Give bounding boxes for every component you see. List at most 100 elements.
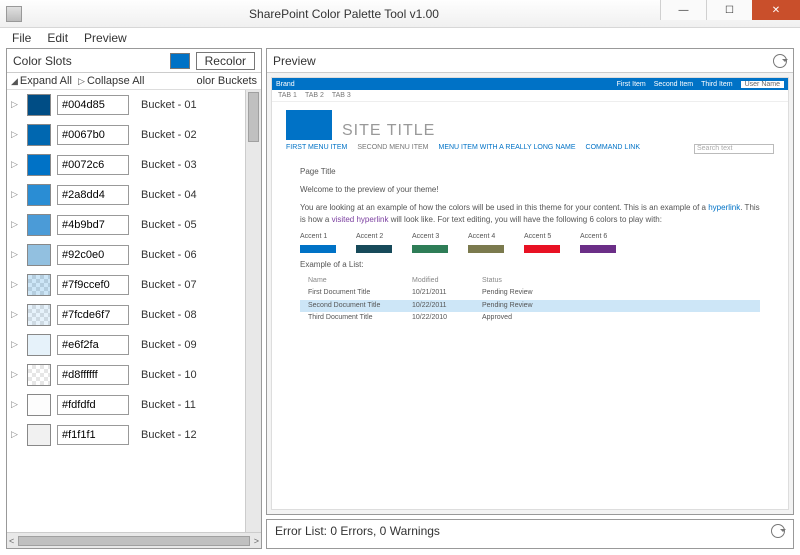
color-swatch[interactable] [27, 304, 51, 326]
accent-swatch: Accent 5 [524, 232, 560, 253]
expand-caret-icon[interactable]: ▷ [11, 309, 21, 320]
hex-input[interactable] [57, 245, 129, 265]
window-title: SharePoint Color Palette Tool v1.00 [28, 7, 660, 21]
accent-swatch: Accent 2 [356, 232, 392, 253]
expand-caret-icon[interactable]: ▷ [11, 99, 21, 110]
color-row[interactable]: ▷Bucket - 03 [7, 150, 245, 180]
color-row[interactable]: ▷Bucket - 08 [7, 300, 245, 330]
expand-caret-icon[interactable]: ▷ [11, 129, 21, 140]
expand-caret-icon: ◢ [11, 76, 18, 87]
color-row[interactable]: ▷ Bucket - 12 [7, 420, 245, 450]
color-swatch[interactable] [27, 394, 51, 416]
expand-caret-icon[interactable]: ▷ [11, 249, 21, 260]
current-color-swatch[interactable] [170, 53, 190, 69]
page-title: Page Title [300, 166, 760, 178]
expand-caret-icon[interactable]: ▷ [11, 339, 21, 350]
nav-item: MENU ITEM WITH A REALLY LONG NAME [439, 144, 576, 154]
expand-caret-icon[interactable]: ▷ [11, 279, 21, 290]
collapse-all[interactable]: Collapse All [87, 75, 144, 87]
refresh-icon[interactable] [771, 524, 785, 538]
table-row: First Document Title10/21/2011Pending Re… [300, 287, 760, 300]
menu-preview[interactable]: Preview [76, 29, 135, 47]
color-row[interactable]: ▷ Bucket - 05 [7, 210, 245, 240]
refresh-icon[interactable] [773, 54, 787, 68]
table-row: Second Document Title10/22/2011Pending R… [300, 300, 760, 313]
buckets-column-header: olor Buckets [196, 75, 257, 87]
hex-input[interactable] [57, 425, 129, 445]
expand-caret-icon[interactable]: ▷ [11, 399, 21, 410]
hex-input[interactable] [57, 275, 129, 295]
preview-panel: Preview Brand First Item Second Item Thi… [266, 48, 794, 515]
color-swatch[interactable] [27, 244, 51, 266]
maximize-button[interactable]: ☐ [706, 0, 752, 20]
brand-label: Brand [276, 81, 295, 88]
bucket-label: Bucket - 05 [135, 219, 241, 231]
tab: TAB 1 [278, 92, 297, 99]
color-swatch[interactable] [27, 364, 51, 386]
bucket-label: Bucket - 07 [135, 279, 241, 291]
color-slots-header: Color Slots [13, 54, 72, 68]
accent-swatch: Accent 3 [412, 232, 448, 253]
nav-item: SECOND MENU ITEM [357, 144, 428, 154]
nav-item: FIRST MENU ITEM [286, 144, 347, 154]
color-row[interactable]: ▷ Bucket - 09 [7, 330, 245, 360]
site-logo [286, 110, 332, 140]
bucket-label: Bucket - 02 [135, 129, 241, 141]
expand-caret-icon[interactable]: ▷ [11, 159, 21, 170]
color-swatch[interactable] [27, 334, 51, 356]
color-swatch[interactable] [27, 124, 51, 146]
menu-edit[interactable]: Edit [39, 29, 76, 47]
minimize-button[interactable]: — [660, 0, 706, 20]
bucket-label: Bucket - 11 [135, 399, 241, 411]
expand-caret-icon[interactable]: ▷ [11, 429, 21, 440]
body-text: You are looking at an example of how the… [300, 202, 760, 226]
color-row[interactable]: ▷ Bucket - 01 [7, 90, 245, 120]
color-row[interactable]: ▷ Bucket - 07 [7, 270, 245, 300]
horizontal-scrollbar[interactable]: <> [7, 532, 261, 548]
expand-caret-icon[interactable]: ▷ [11, 369, 21, 380]
color-row[interactable]: ▷ Bucket - 11 [7, 390, 245, 420]
recolor-button[interactable]: Recolor [196, 52, 255, 70]
vertical-scrollbar[interactable] [245, 90, 261, 532]
hex-input[interactable] [57, 305, 129, 325]
preview-header: Preview [273, 54, 316, 68]
color-swatch[interactable] [27, 94, 51, 116]
hex-input[interactable] [57, 215, 129, 235]
color-row[interactable]: ▷Bucket - 10 [7, 360, 245, 390]
bucket-label: Bucket - 09 [135, 339, 241, 351]
close-button[interactable]: ✕ [752, 0, 800, 20]
color-row[interactable]: ▷ Bucket - 06 [7, 240, 245, 270]
sharepoint-preview: Brand First Item Second Item Third Item … [271, 77, 789, 510]
hex-input[interactable] [57, 365, 129, 385]
site-title: SITE TITLE [342, 122, 435, 140]
hex-input[interactable] [57, 335, 129, 355]
bucket-label: Bucket - 04 [135, 189, 241, 201]
color-slots-panel: Color Slots Recolor ◢ Expand All ▷ Colla… [6, 48, 262, 549]
accent-swatch: Accent 4 [468, 232, 504, 253]
bucket-label: Bucket - 12 [135, 429, 241, 441]
bucket-label: Bucket - 06 [135, 249, 241, 261]
color-swatch[interactable] [27, 424, 51, 446]
expand-caret-icon[interactable]: ▷ [11, 189, 21, 200]
bucket-label: Bucket - 01 [135, 99, 241, 111]
accent-swatch: Accent 6 [580, 232, 616, 253]
hex-input[interactable] [57, 185, 129, 205]
color-row[interactable]: ▷ Bucket - 02 [7, 120, 245, 150]
color-row[interactable]: ▷ Bucket - 04 [7, 180, 245, 210]
menu-file[interactable]: File [4, 29, 39, 47]
expand-caret-icon[interactable]: ▷ [11, 219, 21, 230]
color-swatch[interactable] [27, 274, 51, 296]
hex-input[interactable] [57, 155, 129, 175]
top-item: Third Item [701, 81, 733, 88]
color-swatch[interactable] [27, 154, 51, 176]
welcome-text: Welcome to the preview of your theme! [300, 184, 760, 196]
hex-input[interactable] [57, 125, 129, 145]
hex-input[interactable] [57, 95, 129, 115]
tab: TAB 2 [305, 92, 324, 99]
color-swatch[interactable] [27, 184, 51, 206]
hex-input[interactable] [57, 395, 129, 415]
expand-all[interactable]: Expand All [20, 75, 72, 87]
color-swatch[interactable] [27, 214, 51, 236]
top-item: First Item [617, 81, 646, 88]
accent-swatch: Accent 1 [300, 232, 336, 253]
